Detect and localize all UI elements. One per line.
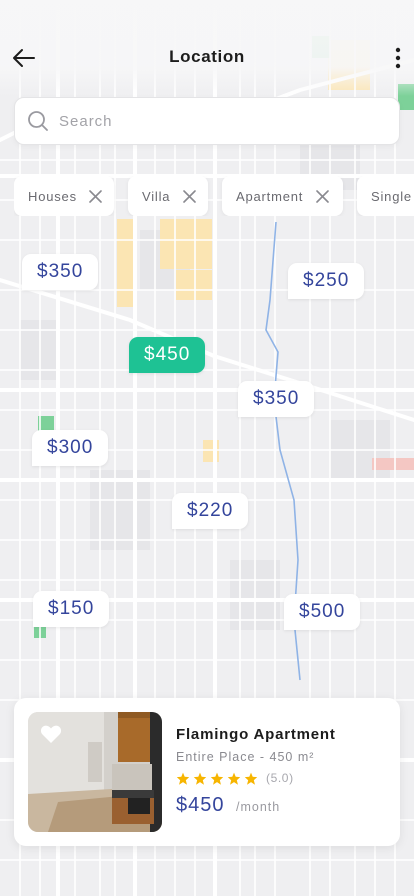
app-header: Location: [0, 0, 414, 96]
price-marker[interactable]: $250: [288, 263, 365, 299]
star-icon: [176, 772, 190, 785]
filter-chip-villa[interactable]: Villa: [128, 176, 208, 216]
price-marker[interactable]: $220: [172, 493, 249, 529]
property-name: Flamingo Apartment: [176, 726, 336, 743]
star-icon: [244, 772, 258, 785]
star-icon: [227, 772, 241, 785]
star-icon: [210, 772, 224, 785]
more-options-button[interactable]: [388, 42, 408, 74]
close-icon[interactable]: [315, 189, 329, 203]
price-marker-selected[interactable]: $450: [129, 337, 206, 373]
filter-chip-label: Apartment: [236, 188, 304, 204]
filter-chips: Houses Villa Apartment Single: [14, 176, 414, 216]
property-subtitle: Entire Place - 450 m²: [176, 750, 315, 764]
filter-chip-single[interactable]: Single: [357, 176, 414, 216]
price-marker[interactable]: $150: [33, 591, 110, 627]
star-icon: [193, 772, 207, 785]
close-icon[interactable]: [182, 189, 196, 203]
search-input[interactable]: [59, 112, 379, 130]
price-marker[interactable]: $350: [238, 381, 315, 417]
search-icon: [28, 111, 48, 131]
filter-chip-label: Single: [371, 188, 412, 204]
property-price: $450: [176, 794, 225, 816]
search-bar[interactable]: [14, 97, 400, 145]
rating-value: (5.0): [266, 771, 294, 785]
rating-stars: (5.0): [176, 771, 294, 785]
filter-chip-label: Villa: [142, 188, 171, 204]
price-marker[interactable]: $350: [22, 254, 99, 290]
property-card[interactable]: Flamingo Apartment Entire Place - 450 m²…: [14, 698, 400, 846]
price-marker[interactable]: $300: [32, 430, 109, 466]
price-marker[interactable]: $500: [284, 594, 361, 630]
close-icon[interactable]: [89, 189, 103, 203]
filter-chip-label: Houses: [28, 188, 77, 204]
page-title: Location: [169, 47, 245, 66]
filter-chip-houses[interactable]: Houses: [14, 176, 114, 216]
price-unit: /month: [236, 800, 281, 814]
filter-chip-apartment[interactable]: Apartment: [222, 176, 343, 216]
more-vertical-icon: [395, 47, 401, 69]
heart-icon[interactable]: [40, 724, 62, 744]
